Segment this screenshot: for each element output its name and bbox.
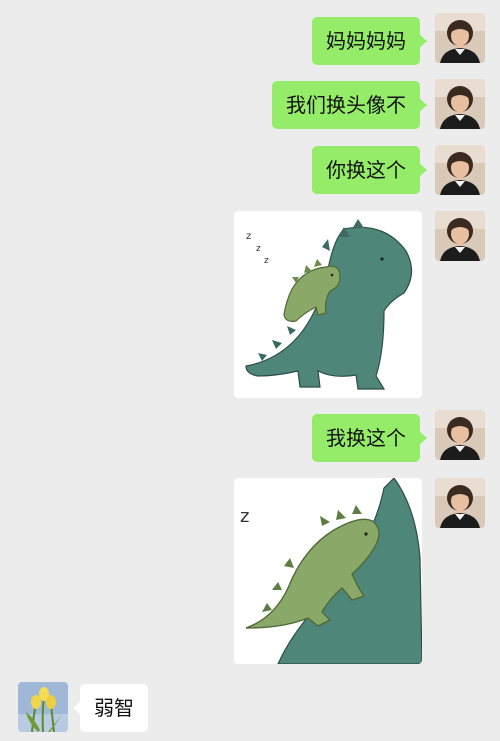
message-bubble[interactable]: 你换这个 [312,146,427,194]
person-photo-icon [435,478,485,528]
dinosaur-sticker-image[interactable]: z z z [234,211,422,398]
dinosaur-sticker-image[interactable]: z [234,478,422,664]
closeup-dinosaur-icon: z [234,478,422,664]
my-avatar[interactable] [435,478,485,528]
my-avatar[interactable] [435,211,485,261]
sleeping-dinosaur-icon: z z z [234,211,422,398]
message-bubble[interactable]: 我们换头像不 [272,81,427,129]
person-photo-icon [435,13,485,63]
person-photo-icon [435,410,485,460]
person-photo-icon [435,211,485,261]
svg-text:z: z [240,506,249,527]
message-bubble[interactable]: 妈妈妈妈 [312,17,427,65]
svg-text:z: z [256,244,261,254]
message-bubble[interactable]: 我换这个 [312,414,427,462]
svg-text:z: z [246,231,251,242]
person-photo-icon [435,79,485,129]
person-photo-icon [435,145,485,195]
tulip-flowers-icon [18,682,68,732]
my-avatar[interactable] [435,79,485,129]
message-bubble[interactable]: 弱智 [73,684,148,732]
my-avatar[interactable] [435,410,485,460]
svg-text:z: z [264,256,269,266]
my-avatar[interactable] [435,145,485,195]
my-avatar[interactable] [435,13,485,63]
other-avatar[interactable] [18,682,68,732]
